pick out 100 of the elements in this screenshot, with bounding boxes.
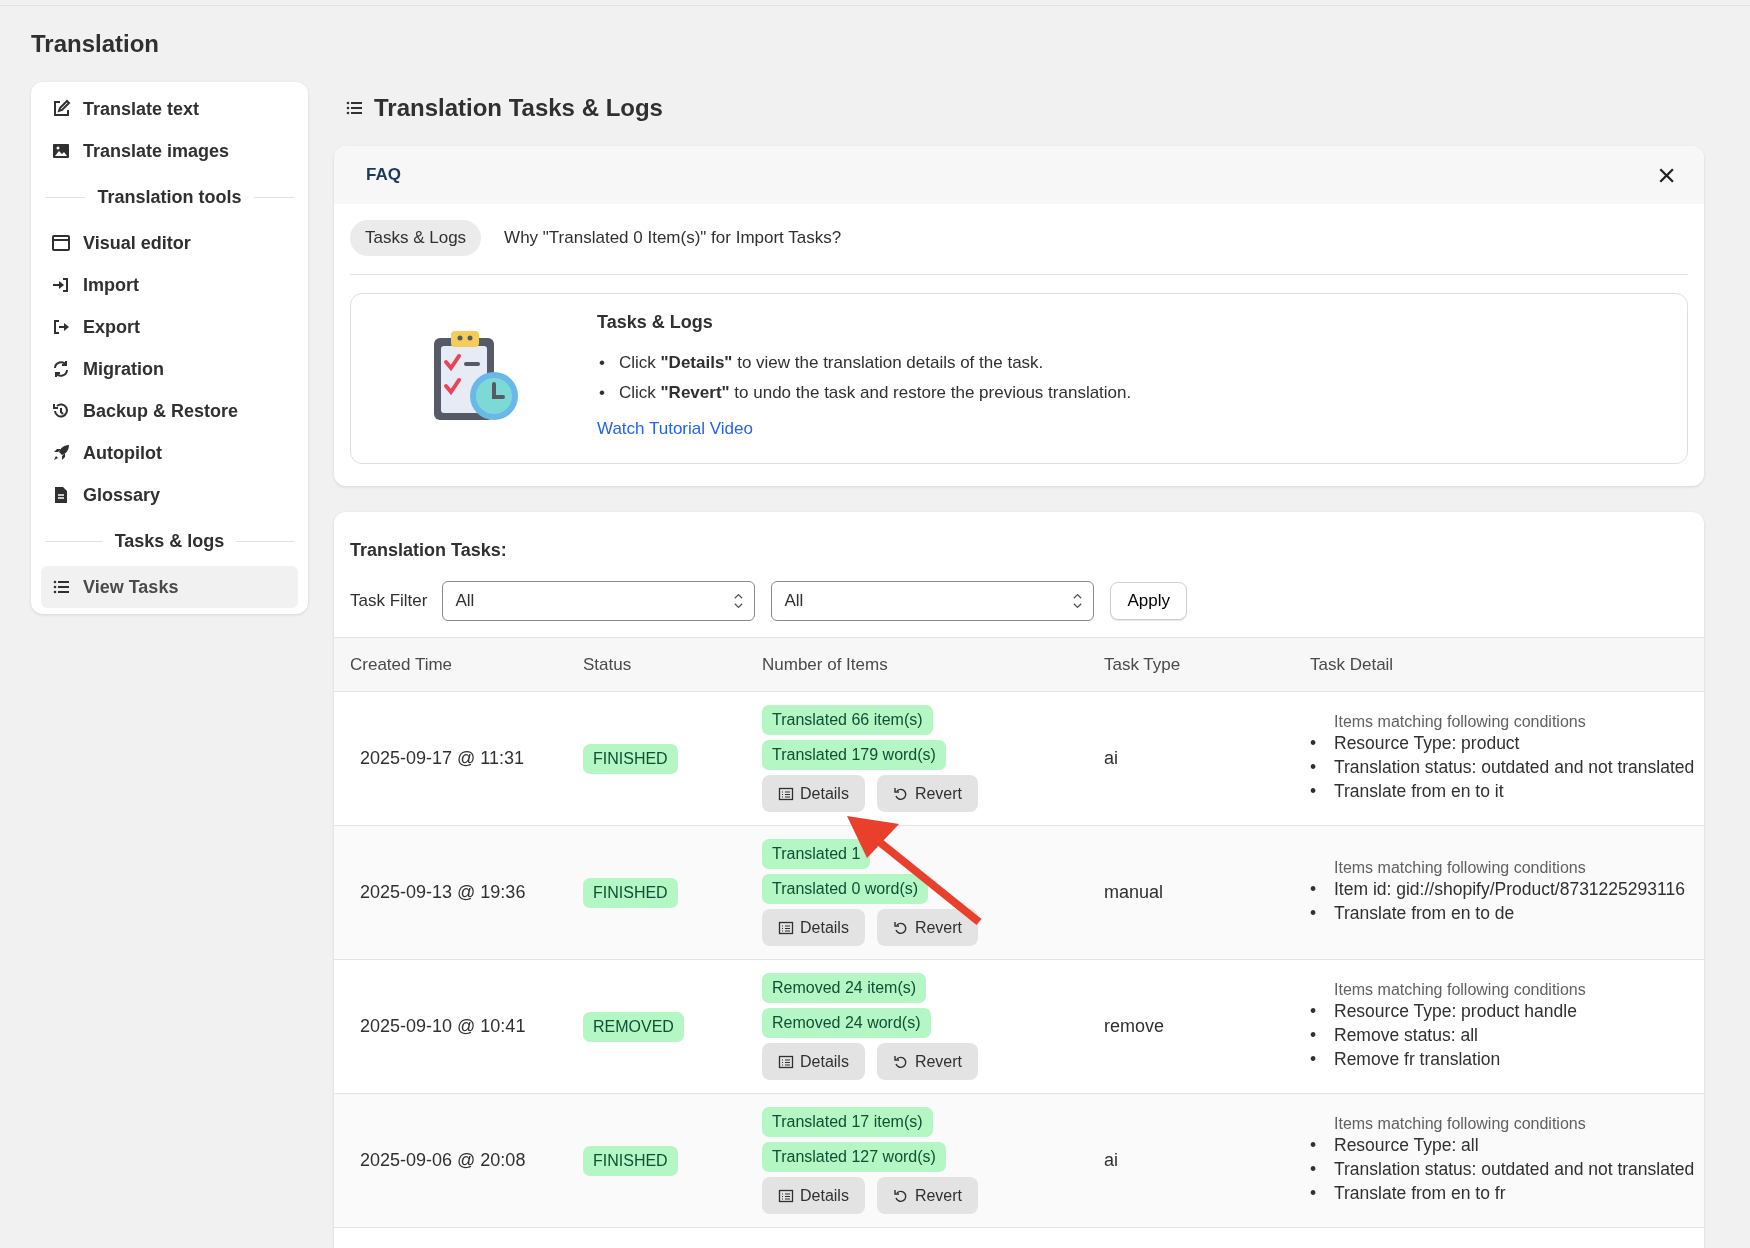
condition-item: Resource Type: product: [1334, 732, 1520, 754]
details-button[interactable]: Details: [762, 1043, 865, 1080]
tutorial-link[interactable]: Watch Tutorial Video: [597, 419, 753, 439]
sidebar-item[interactable]: Translate text: [41, 88, 298, 130]
details-button[interactable]: Details: [762, 775, 865, 812]
count-badge: Translated 127 word(s): [762, 1142, 946, 1172]
status-badge: REMOVED: [583, 1011, 684, 1042]
revert-button[interactable]: Revert: [876, 775, 979, 812]
task-type: remove: [1103, 1016, 1166, 1037]
bullet-marker: •: [1310, 1024, 1318, 1046]
details-button[interactable]: Details: [762, 909, 865, 946]
import-icon: [51, 275, 71, 295]
condition-item: Translation status: outdated and not translated: [1334, 756, 1695, 778]
revert-button[interactable]: Revert: [876, 1043, 979, 1080]
count-badge: Translated 17 item(s): [762, 1107, 933, 1137]
info-bullet: Click "Revert" to undo the task and restore the previous translation.: [619, 383, 1132, 403]
list-icon: [778, 785, 794, 802]
undo-icon: [892, 1187, 909, 1204]
undo-icon: [892, 785, 909, 802]
edit-icon: [51, 99, 71, 119]
detail-heading: Items matching following conditions: [1333, 1114, 1587, 1133]
faq-tab[interactable]: Why "Translated 0 Item(s)" for Import Tasks?: [489, 220, 857, 256]
count-badge: Removed 24 word(s): [762, 1008, 931, 1038]
sidebar-item[interactable]: Backup & Restore: [41, 390, 298, 432]
created-time: 2025-09-17 @ 11:31: [359, 748, 526, 769]
condition-item: Item id: gid://shopify/Product/8731225293116: [1334, 878, 1685, 900]
condition-item: Translate from en to fr: [1334, 1182, 1506, 1204]
sidebar-item[interactable]: View Tasks: [41, 566, 298, 608]
tasks-title: Translation Tasks:: [349, 540, 508, 561]
count-badge: Translated 66 item(s): [762, 705, 933, 735]
condition-item: Remove fr translation: [1334, 1048, 1501, 1070]
count-badge: Translated 1: [762, 839, 871, 869]
sync-icon: [51, 359, 71, 379]
column-header: Task Type: [1103, 654, 1182, 675]
close-button[interactable]: ×: [1653, 159, 1680, 191]
bullet-marker: •: [1310, 1158, 1318, 1180]
count-badge: Removed 24 item(s): [762, 973, 927, 1003]
column-header: Created Time: [349, 654, 454, 675]
page-heading: Translation Tasks & Logs: [374, 94, 663, 122]
bullet-marker: •: [1310, 1000, 1318, 1022]
bullet-marker: •: [1310, 878, 1318, 900]
rocket-icon: [51, 443, 71, 463]
sidebar-item[interactable]: Export: [41, 306, 298, 348]
created-time: 2025-09-13 @ 19:36: [359, 882, 527, 903]
sidebar-section-heading: Tasks & logs: [114, 530, 225, 552]
sidebar-item[interactable]: Autopilot: [41, 432, 298, 474]
detail-heading: Items matching following conditions: [1333, 712, 1587, 731]
chevron-updown-icon: [1072, 592, 1084, 610]
sidebar-section-heading: Translation tools: [97, 186, 242, 208]
sidebar-item[interactable]: Migration: [41, 348, 298, 390]
column-header: Status: [582, 654, 633, 675]
bullet-marker: •: [1310, 1182, 1318, 1204]
status-badge: FINISHED: [583, 877, 678, 908]
bullet-marker: •: [1310, 902, 1318, 924]
created-time: 2025-09-06 @ 20:08: [359, 1150, 527, 1171]
filter-label: Task Filter: [350, 591, 428, 611]
detail-heading: Items matching following conditions: [1333, 858, 1587, 877]
bullet-marker: •: [598, 383, 606, 403]
apply-button[interactable]: Apply: [1110, 582, 1187, 620]
filter-select[interactable]: All: [442, 581, 756, 621]
condition-item: Translate from en to de: [1334, 902, 1515, 924]
list-icon: [778, 919, 794, 936]
bullet-marker: •: [1310, 756, 1318, 778]
condition-item: Translation status: outdated and not translated: [1334, 1158, 1695, 1180]
column-header: Task Detail: [1309, 654, 1395, 675]
export-icon: [51, 317, 71, 337]
chevron-updown-icon: [733, 592, 745, 610]
created-time: 2025-09-10 @ 10:41: [359, 1016, 527, 1037]
info-bullet: Click "Details" to view the translation details of the task.: [619, 353, 1044, 373]
info-heading: Tasks & Logs: [597, 312, 714, 333]
condition-item: Resource Type: product handle: [1334, 1000, 1577, 1022]
revert-button[interactable]: Revert: [876, 1177, 979, 1214]
sidebar-item[interactable]: Translate images: [41, 130, 298, 172]
sidebar-item[interactable]: Visual editor: [41, 222, 298, 264]
bullet-marker: •: [1310, 1134, 1318, 1156]
faq-tab[interactable]: Tasks & Logs: [350, 220, 482, 256]
undo-icon: [892, 919, 909, 936]
sidebar-item[interactable]: Glossary: [41, 474, 298, 516]
list-icon: [778, 1187, 794, 1204]
task-type: ai: [1103, 1150, 1119, 1171]
image-icon: [51, 141, 71, 161]
sidebar-item[interactable]: Import: [41, 264, 298, 306]
status-badge: FINISHED: [583, 743, 678, 774]
bullet-marker: •: [1310, 1048, 1318, 1070]
undo-icon: [892, 1053, 909, 1070]
count-badge: Translated 179 word(s): [762, 740, 946, 770]
page-title: Translation: [31, 30, 161, 58]
bullet-marker: •: [1310, 780, 1318, 802]
condition-item: Remove status: all: [1334, 1024, 1478, 1046]
condition-item: Translate from en to it: [1334, 780, 1504, 802]
revert-button[interactable]: Revert: [876, 909, 979, 946]
details-button[interactable]: Details: [762, 1177, 865, 1214]
condition-item: Resource Type: all: [1334, 1134, 1479, 1156]
bullet-marker: •: [1310, 732, 1318, 754]
detail-heading: Items matching following conditions: [1333, 980, 1587, 999]
task-type: ai: [1103, 748, 1119, 769]
browser-window-icon: [51, 233, 71, 253]
faq-title: FAQ: [366, 165, 401, 185]
count-badge: Translated 0 word(s): [762, 874, 929, 904]
filter-select[interactable]: All: [771, 581, 1095, 621]
